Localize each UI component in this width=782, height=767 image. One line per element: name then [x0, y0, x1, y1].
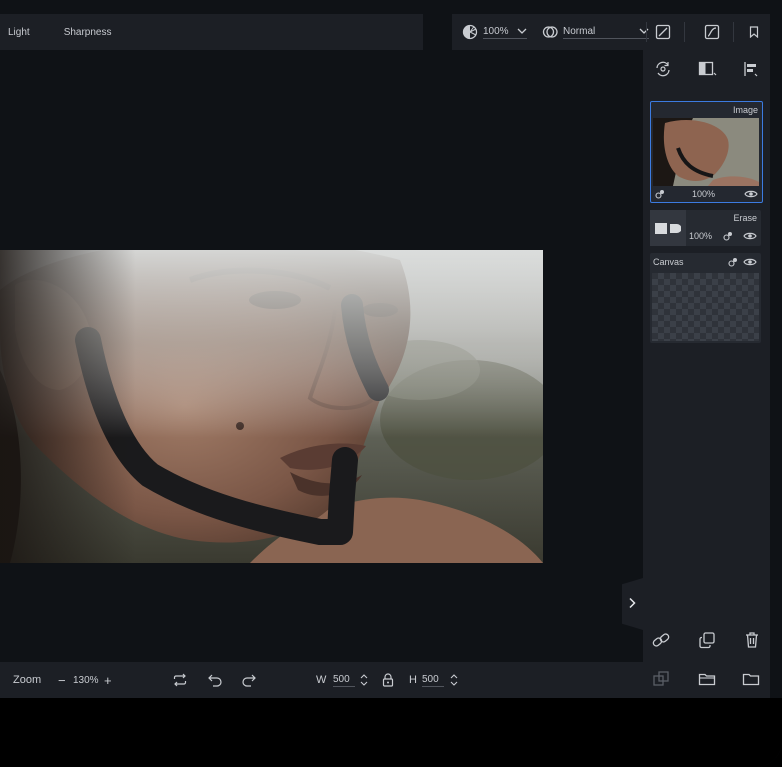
blend-mode-icon [542, 24, 558, 40]
curve-tool-icon [655, 24, 671, 40]
stepper-icon [360, 673, 368, 687]
curve-tool-button[interactable] [655, 14, 671, 50]
opacity-icon [462, 24, 478, 40]
folder-icon[interactable] [741, 669, 761, 689]
panel-top-icons [643, 51, 770, 87]
eye-icon[interactable] [744, 189, 758, 199]
undo-icon [207, 672, 223, 688]
tab-light[interactable]: Light [8, 27, 30, 38]
blend-mode-value: Normal [563, 25, 596, 37]
curve-tool-alt-button[interactable] [704, 14, 720, 50]
bookmark-icon [749, 26, 759, 38]
zoom-out-button[interactable]: − [58, 662, 66, 698]
zoom-value: 130% [73, 674, 99, 686]
canvas-image[interactable] [0, 250, 543, 563]
blend-mode-select[interactable]: Normal [542, 14, 649, 50]
panel-actions-row-2 [643, 661, 770, 697]
compare-icon[interactable] [697, 59, 717, 79]
panel-collapse-tab[interactable] [622, 578, 643, 630]
stepper-icon [450, 673, 458, 687]
layers-panel: Image 100% Erase 100% Canvas [643, 50, 770, 698]
delete-icon[interactable] [742, 630, 762, 650]
panel-actions-row-1 [643, 622, 770, 658]
height-label: H [409, 674, 417, 686]
layer-canvas[interactable]: Canvas [650, 253, 761, 343]
window-bottom-edge [0, 698, 782, 767]
transparency-checkerboard [652, 273, 759, 341]
height-stepper[interactable] [450, 662, 458, 698]
layer-thumbnail [650, 210, 686, 246]
layer-name: Erase [733, 213, 757, 223]
lock-icon [382, 673, 394, 687]
chevron-down-icon [639, 27, 649, 35]
width-stepper[interactable] [360, 662, 368, 698]
chevron-right-icon [628, 597, 636, 609]
layer-name: Image [732, 105, 758, 115]
zoom-in-button[interactable]: + [104, 662, 112, 698]
duplicate-icon[interactable] [697, 630, 717, 650]
zoom-label: Zoom [13, 674, 42, 686]
link-layers-icon[interactable] [651, 630, 671, 650]
sync-icon[interactable] [653, 59, 673, 79]
adjustment-tabs: Light Sharpness [0, 14, 423, 50]
aspect-lock-button[interactable] [382, 662, 394, 698]
tab-sharpness[interactable]: Sharpness [64, 27, 112, 38]
link-icon[interactable] [723, 231, 733, 241]
opacity-control[interactable]: 100% [462, 14, 527, 50]
layer-name: Canvas [653, 257, 684, 267]
layer-opacity: 100% [689, 231, 713, 241]
toolbar-divider [684, 22, 685, 42]
opacity-value: 100% [483, 25, 509, 37]
redo-button[interactable] [241, 662, 257, 698]
chevron-down-icon [517, 27, 527, 35]
layer-image[interactable]: Image 100% [650, 101, 763, 203]
canvas-workspace[interactable] [0, 50, 643, 662]
toolbar-divider [733, 22, 734, 42]
bookmark-button[interactable] [749, 14, 759, 50]
merge-icon[interactable] [651, 669, 671, 689]
layer-thumbnail [653, 118, 759, 186]
shapes-icon [655, 223, 681, 234]
toolbar-divider [646, 22, 647, 42]
link-icon[interactable] [728, 257, 738, 267]
undo-button[interactable] [207, 662, 223, 698]
layer-erase[interactable]: Erase 100% [650, 210, 761, 246]
align-icon[interactable] [741, 59, 761, 79]
height-input[interactable]: 500 [422, 662, 444, 698]
open-folder-icon[interactable] [697, 669, 717, 689]
width-label: W [316, 674, 327, 686]
link-icon[interactable] [655, 189, 665, 199]
repeat-icon [172, 672, 188, 688]
width-input[interactable]: 500 [333, 662, 355, 698]
layer-opacity: 100% [692, 189, 716, 199]
eye-icon[interactable] [743, 231, 757, 241]
redo-icon [241, 672, 257, 688]
app-window: Light Sharpness 100% Normal Image 100% E… [0, 0, 782, 767]
curve-tool-alt-icon [704, 24, 720, 40]
layer-toolbar: 100% Normal [452, 14, 770, 50]
bottom-toolbar: Zoom − 130% + W 500 H 500 [0, 662, 643, 698]
eye-icon[interactable] [743, 257, 757, 267]
repeat-button[interactable] [172, 662, 188, 698]
